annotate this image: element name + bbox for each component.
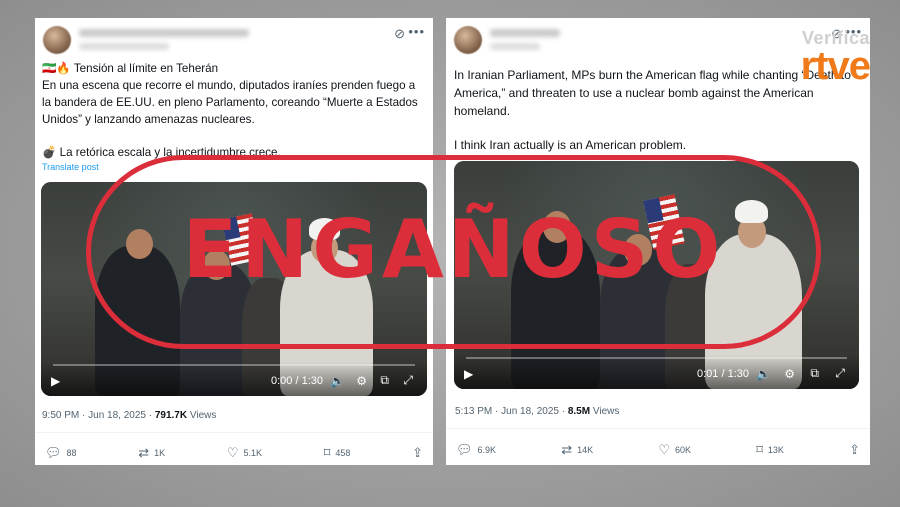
- avatar[interactable]: [454, 26, 482, 54]
- tweet-title-line: 🇮🇷🔥 Tensión al límite en Teherán: [42, 62, 219, 75]
- reply-button[interactable]: 💬︎ 88: [45, 445, 77, 461]
- tweet-body-secondary: I think Iran actually is an American pro…: [454, 138, 687, 152]
- video-player[interactable]: ▶ 0:00 / 1:30 🔈 ⚙ ⧉ ⤢: [41, 182, 427, 396]
- play-icon[interactable]: ▶: [51, 374, 60, 388]
- like-button[interactable]: ♡ 5.1K: [227, 445, 262, 461]
- bookmark-count: 13K: [767, 445, 784, 455]
- like-count: 5.1K: [243, 448, 262, 458]
- video-controls: ▶ 0:01 / 1:30 🔈 ⚙ ⧉ ⤢: [454, 355, 859, 389]
- divider: [35, 432, 433, 433]
- tweet-body: In Iranian Parliament, MPs burn the Amer…: [454, 68, 851, 118]
- bookmark-count: 458: [335, 448, 351, 458]
- blurred-author-handle: [79, 43, 169, 50]
- share-icon: ⇪: [849, 442, 860, 457]
- reply-button[interactable]: 💬︎ 6.9K: [456, 442, 496, 458]
- video-progress-bar[interactable]: [466, 357, 847, 359]
- share-icon: ⇪: [412, 445, 423, 460]
- reply-icon: 💬︎: [456, 442, 473, 457]
- video-time: 0:01 / 1:30: [697, 368, 749, 380]
- share-button[interactable]: ⇪: [849, 442, 860, 458]
- like-button[interactable]: ♡ 60K: [658, 442, 691, 458]
- tweet-text: 🇮🇷🔥 Tensión al límite en Teherán En una …: [42, 60, 425, 173]
- tweet-body: En una escena que recorre el mundo, dipu…: [42, 79, 418, 126]
- repost-button[interactable]: ⇄ 1K: [138, 445, 165, 461]
- blurred-author-name: [79, 29, 249, 37]
- tweet-body-secondary: 💣 La retórica escala y la incertidumbre …: [42, 146, 281, 159]
- bookmark-icon: ⌑: [323, 445, 331, 460]
- reply-icon: 💬︎: [45, 445, 62, 460]
- bookmark-button[interactable]: ⌑ 458: [324, 445, 351, 461]
- repost-count: 14K: [577, 445, 594, 455]
- share-button[interactable]: ⇪: [412, 445, 423, 461]
- video-controls: ▶ 0:00 / 1:30 🔈 ⚙ ⧉ ⤢: [41, 362, 427, 396]
- translate-post-link[interactable]: Translate post: [42, 161, 425, 173]
- bookmark-button[interactable]: ⌑ 13K: [756, 442, 784, 458]
- settings-icon[interactable]: ⚙: [784, 367, 795, 381]
- like-icon: ♡: [226, 445, 239, 460]
- reply-count: 6.9K: [477, 445, 497, 455]
- like-icon: ♡: [658, 442, 670, 457]
- video-player[interactable]: ▶ 0:01 / 1:30 🔈 ⚙ ⧉ ⤢: [454, 161, 859, 389]
- blurred-author-name: [490, 29, 560, 37]
- fullscreen-icon[interactable]: ⤢: [403, 373, 413, 388]
- views-count: 8.5M: [567, 406, 591, 417]
- more-icon[interactable]: •••: [408, 24, 425, 39]
- like-count: 60K: [674, 445, 691, 455]
- tweet-timestamp[interactable]: 5:13 PM · Jun 18, 2025 ·: [455, 406, 568, 417]
- repost-icon: ⇄: [138, 445, 150, 460]
- play-icon[interactable]: ▶: [464, 367, 473, 381]
- avatar[interactable]: [43, 26, 71, 54]
- views-label: Views: [187, 410, 217, 421]
- repost-count: 1K: [154, 448, 166, 458]
- video-progress-bar[interactable]: [53, 364, 415, 366]
- blurred-author-handle: [490, 43, 540, 50]
- pip-icon[interactable]: ⧉: [810, 366, 819, 381]
- video-time: 0:00 / 1:30: [271, 375, 323, 387]
- action-bar: 💬︎ 6.9K ⇄ 14K ♡ 60K ⌑ 13K ⇪: [456, 442, 860, 458]
- rtve-verifica-logo: Verifica rtve: [800, 28, 871, 88]
- rtve-logo: rtve: [800, 44, 871, 88]
- views-count: 791.7K: [154, 410, 188, 421]
- volume-icon[interactable]: 🔈: [756, 367, 771, 381]
- tweet-header: ⊘ •••: [43, 24, 425, 58]
- divider: [446, 428, 870, 429]
- tweet-meta: 5:13 PM · Jun 18, 2025 · 8.5M Views: [455, 406, 619, 417]
- views-label: Views: [590, 406, 620, 417]
- action-bar: 💬︎ 88 ⇄ 1K ♡ 5.1K ⌑ 458 ⇪: [45, 445, 423, 461]
- fullscreen-icon[interactable]: ⤢: [835, 366, 845, 381]
- tweet-text: In Iranian Parliament, MPs burn the Amer…: [454, 66, 860, 154]
- repost-button[interactable]: ⇄ 14K: [561, 442, 593, 458]
- grok-icon[interactable]: ⊘: [394, 26, 405, 42]
- bookmark-icon: ⌑: [756, 442, 763, 457]
- pip-icon[interactable]: ⧉: [380, 373, 389, 388]
- volume-icon[interactable]: 🔈: [330, 374, 345, 388]
- tweet-card-left: ⊘ ••• 🇮🇷🔥 Tensión al límite en Teherán E…: [35, 18, 433, 465]
- tweet-meta: 9:50 PM · Jun 18, 2025 · 791.7K Views: [42, 410, 216, 421]
- tweet-timestamp[interactable]: 9:50 PM · Jun 18, 2025 ·: [42, 410, 155, 421]
- repost-icon: ⇄: [561, 442, 573, 457]
- reply-count: 88: [66, 448, 77, 458]
- settings-icon[interactable]: ⚙: [356, 374, 367, 388]
